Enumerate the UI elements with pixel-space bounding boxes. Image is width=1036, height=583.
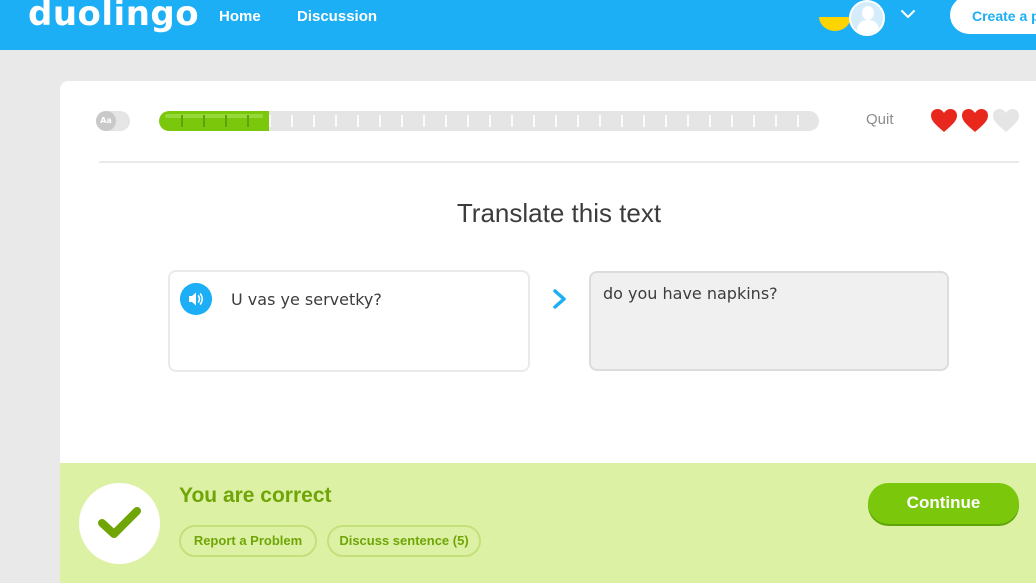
chevron-down-icon[interactable] [900,6,916,22]
progress-segment-divider [357,115,359,127]
progress-segment-divider [709,115,711,127]
progress-segment-divider [423,115,425,127]
progress-segment-divider [203,115,205,127]
progress-segment-divider [445,115,447,127]
correct-badge [79,483,160,564]
progress-segment-divider [797,115,799,127]
progress-segment-divider [313,115,315,127]
progress-segment-divider [687,115,689,127]
progress-segment-divider [533,115,535,127]
heart-icon [993,109,1019,132]
duolingo-logo[interactable]: duolingo [28,0,199,34]
progress-segment-divider [379,115,381,127]
progress-segment-divider [577,115,579,127]
lesson-progress-bar [159,111,819,131]
progress-segment-divider [291,115,293,127]
ukraine-flag-icon[interactable] [819,2,851,31]
progress-segment-divider [643,115,645,127]
progress-segment-divider [467,115,469,127]
result-status: You are correct [179,484,332,507]
progress-segment-divider [599,115,601,127]
discuss-sentence-button[interactable]: Discuss sentence (5) [327,525,481,557]
progress-segment-divider [335,115,337,127]
source-sentence-box [168,270,530,372]
progress-segment-divider [489,115,491,127]
progress-segment-divider [181,115,183,127]
answer-text: do you have napkins? [603,284,778,303]
checkmark-icon [98,507,141,538]
progress-segment-divider [753,115,755,127]
speaker-icon[interactable] [180,283,212,315]
font-toggle[interactable]: Aa [96,111,130,131]
progress-segment-divider [511,115,513,127]
source-sentence: U vas ye servetky? [231,290,382,309]
report-problem-button[interactable]: Report a Problem [179,525,317,557]
nav-discussion-link[interactable]: Discussion [297,8,377,25]
user-avatar-icon[interactable] [849,0,885,36]
progress-segment-divider [731,115,733,127]
create-profile-button[interactable]: Create a profile [950,0,1036,34]
progress-segment-divider [621,115,623,127]
heart-icon [931,109,957,132]
progress-segment-divider [247,115,249,127]
nav-home-link[interactable]: Home [219,8,261,25]
progress-segment-divider [665,115,667,127]
progress-segment-divider [225,115,227,127]
progress-segment-divider [401,115,403,127]
quit-button[interactable]: Quit [866,111,894,128]
progress-segment-divider [555,115,557,127]
exercise-title: Translate this text [456,198,662,228]
header-divider [99,161,1019,163]
heart-icon [962,109,988,132]
progress-segment-divider [775,115,777,127]
chevron-right-icon [553,289,566,309]
progress-segment-divider [269,115,271,127]
continue-button[interactable]: Continue [868,483,1019,524]
font-toggle-label: Aa [96,111,116,131]
